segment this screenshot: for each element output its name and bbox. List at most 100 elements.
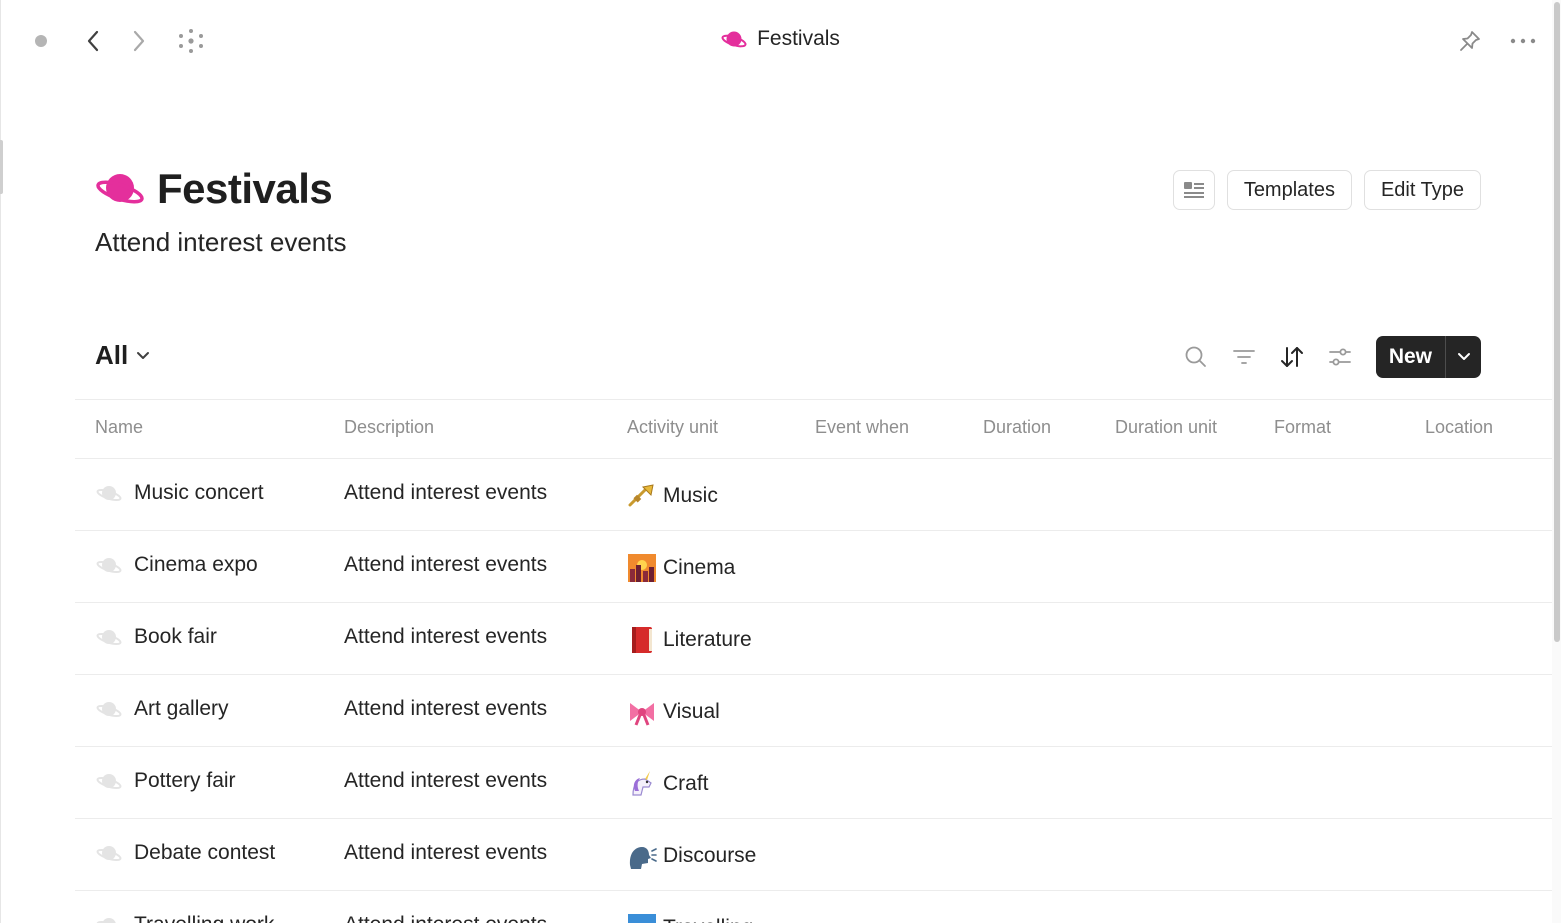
sliders-icon xyxy=(1328,348,1351,366)
cell-description[interactable]: Attend interest events xyxy=(344,913,547,923)
cell-description[interactable]: Attend interest events xyxy=(344,481,547,505)
row-name-text: Music concert xyxy=(134,481,264,504)
table-row[interactable]: Pottery fair Attend interest events Craft xyxy=(75,747,1561,819)
search-button[interactable] xyxy=(1178,337,1214,377)
travel-icon xyxy=(627,913,657,923)
new-options-button[interactable] xyxy=(1446,336,1481,378)
cell-name[interactable]: Book fair xyxy=(95,625,217,649)
table-header: Name Description Activity unit Event whe… xyxy=(75,399,1561,459)
column-header-duration-unit[interactable]: Duration unit xyxy=(1115,417,1217,438)
ribbon-icon xyxy=(627,697,657,727)
scrollbar[interactable] xyxy=(1552,0,1561,923)
table-body: Music concert Attend interest events Music… xyxy=(75,459,1561,923)
edit-type-button[interactable]: Edit Type xyxy=(1363,170,1481,210)
page-title-text: Festivals xyxy=(157,165,333,212)
view-name: All xyxy=(95,340,129,370)
cell-name[interactable]: Cinema expo xyxy=(95,553,258,577)
cell-name[interactable]: Art gallery xyxy=(95,697,229,721)
layout-list-icon xyxy=(1183,182,1204,198)
cell-name[interactable]: Travelling work xyxy=(95,913,274,923)
table-row[interactable]: Debate contest Attend interest events Disc… xyxy=(75,819,1561,891)
pin-icon xyxy=(1460,31,1480,51)
planet-icon xyxy=(95,698,123,720)
column-header-format[interactable]: Format xyxy=(1274,417,1331,438)
planet-icon xyxy=(721,31,747,48)
search-icon xyxy=(1185,346,1206,367)
app-window: Festivals Festivals Attend interest even… xyxy=(0,0,1561,923)
activity-unit-text: Travelling xyxy=(663,916,753,923)
planet-icon xyxy=(95,554,123,576)
scrollbar-thumb[interactable] xyxy=(1554,2,1560,642)
templates-button[interactable]: Templates xyxy=(1226,170,1352,210)
table-row[interactable]: Travelling work Attend interest events Tra… xyxy=(75,891,1561,923)
planet-icon xyxy=(95,770,123,792)
top-title-text: Festivals xyxy=(757,27,840,50)
sort-button[interactable] xyxy=(1274,337,1310,377)
cell-description[interactable]: Attend interest events xyxy=(344,625,547,649)
cell-activity-unit[interactable]: Cinema xyxy=(627,553,735,583)
planet-icon xyxy=(96,174,144,204)
header-actions: Templates Edit Type xyxy=(1172,170,1481,210)
cell-activity-unit[interactable]: Craft xyxy=(627,769,709,799)
column-header-name[interactable]: Name xyxy=(95,417,143,438)
table-row[interactable]: Art gallery Attend interest events Visual xyxy=(75,675,1561,747)
page-header: Festivals Attend interest events xyxy=(95,165,346,258)
cell-description[interactable]: Attend interest events xyxy=(344,841,547,865)
cell-activity-unit[interactable]: Travelling xyxy=(627,913,753,923)
view-selector[interactable]: All xyxy=(95,340,150,371)
cell-activity-unit[interactable]: Discourse xyxy=(627,841,756,871)
page-title: Festivals xyxy=(95,165,346,213)
planet-icon xyxy=(95,914,123,923)
speaking-head-icon xyxy=(627,841,657,871)
view-settings-button[interactable] xyxy=(1322,337,1358,377)
activity-unit-text: Cinema xyxy=(663,556,736,579)
unicorn-icon xyxy=(627,769,657,799)
activity-unit-text: Music xyxy=(663,484,718,507)
row-name-text: Pottery fair xyxy=(134,769,236,792)
pin-button[interactable] xyxy=(1453,24,1487,58)
table-row[interactable]: Cinema expo Attend interest events Cinema xyxy=(75,531,1561,603)
view-tools: New xyxy=(1166,336,1481,378)
filter-button[interactable] xyxy=(1226,337,1262,377)
page-subtitle: Attend interest events xyxy=(95,227,347,257)
top-bar: Festivals xyxy=(0,0,1561,80)
new-object-button-group: New xyxy=(1375,336,1481,378)
column-header-location[interactable]: Location xyxy=(1425,417,1493,438)
row-name-text: Book fair xyxy=(134,625,217,648)
chevron-down-icon xyxy=(1457,353,1470,360)
table-row[interactable]: Book fair Attend interest events Literatur… xyxy=(75,603,1561,675)
cell-name[interactable]: Debate contest xyxy=(95,841,275,865)
activity-unit-text: Visual xyxy=(663,700,720,723)
activity-unit-text: Literature xyxy=(663,628,752,651)
row-name-text: Cinema expo xyxy=(134,553,258,576)
column-header-activity-unit[interactable]: Activity unit xyxy=(627,417,718,438)
planet-icon xyxy=(95,626,123,648)
more-options-button[interactable] xyxy=(1506,24,1540,58)
cell-name[interactable]: Pottery fair xyxy=(95,769,236,793)
filter-icon xyxy=(1232,350,1255,364)
cell-description[interactable]: Attend interest events xyxy=(344,697,547,721)
planet-icon xyxy=(95,482,123,504)
top-title: Festivals xyxy=(0,27,1561,51)
cell-activity-unit[interactable]: Visual xyxy=(627,697,720,727)
column-header-duration[interactable]: Duration xyxy=(983,417,1051,438)
cell-activity-unit[interactable]: Music xyxy=(627,481,718,511)
row-name-text: Debate contest xyxy=(134,841,276,864)
ellipsis-icon xyxy=(1510,38,1536,44)
book-icon xyxy=(627,625,657,655)
table-row[interactable]: Music concert Attend interest events Music xyxy=(75,459,1561,531)
new-object-button[interactable]: New xyxy=(1376,336,1445,378)
column-header-description[interactable]: Description xyxy=(344,417,434,438)
sidebar-resize-handle[interactable] xyxy=(0,140,3,194)
trumpet-icon xyxy=(627,481,657,511)
column-header-event-when[interactable]: Event when xyxy=(815,417,909,438)
activity-unit-text: Craft xyxy=(663,772,709,795)
cell-description[interactable]: Attend interest events xyxy=(344,553,547,577)
cell-description[interactable]: Attend interest events xyxy=(344,769,547,793)
cell-name[interactable]: Music concert xyxy=(95,481,264,505)
layout-toggle-button[interactable] xyxy=(1172,170,1215,210)
cityscape-icon xyxy=(627,553,657,583)
cell-activity-unit[interactable]: Literature xyxy=(627,625,752,655)
row-name-text: Art gallery xyxy=(134,697,229,720)
sort-arrows-icon xyxy=(1280,347,1303,367)
